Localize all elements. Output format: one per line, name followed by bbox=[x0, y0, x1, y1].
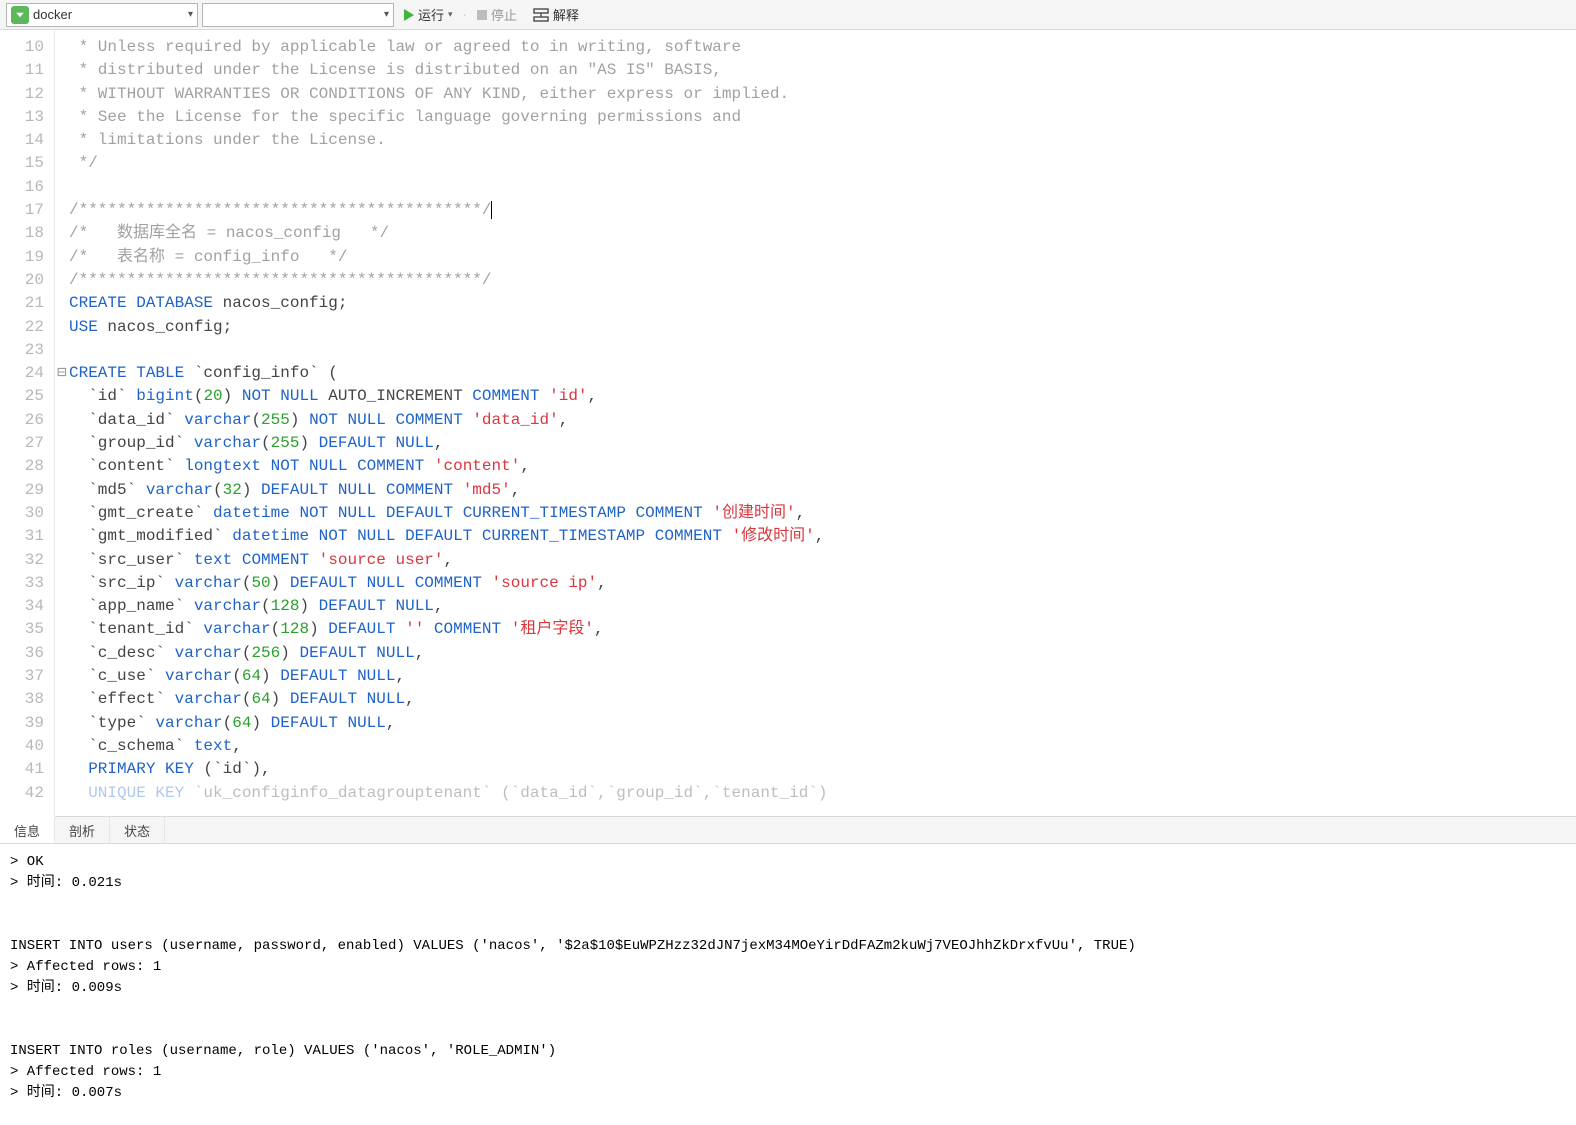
chevron-down-icon: ▾ bbox=[448, 9, 453, 20]
output-panel[interactable]: > OK > 时间: 0.021s INSERT INTO users (use… bbox=[0, 844, 1576, 1125]
stop-icon bbox=[477, 10, 487, 20]
run-button[interactable]: 运行 ▾ bbox=[398, 3, 459, 27]
chevron-down-icon: ▾ bbox=[188, 9, 193, 20]
connection-dropdown-value: docker bbox=[33, 7, 72, 22]
fold-column: ⊟ bbox=[55, 30, 69, 816]
target-dropdown[interactable]: ▾ bbox=[202, 3, 394, 27]
chevron-down-icon: ▾ bbox=[384, 9, 389, 20]
code-area[interactable]: * Unless required by applicable law or a… bbox=[69, 30, 1576, 816]
run-label: 运行 bbox=[418, 5, 444, 24]
explain-label: 解释 bbox=[553, 5, 579, 24]
explain-button[interactable]: 解释 bbox=[527, 3, 585, 27]
output-tab-info[interactable]: 信息 bbox=[0, 816, 55, 843]
stop-button[interactable]: 停止 bbox=[471, 3, 523, 27]
toolbar: docker ▾ ▾ 运行 ▾ · 停止 解释 bbox=[0, 0, 1576, 30]
output-tabs: 信息剖析状态 bbox=[0, 816, 1576, 844]
output-tab-profile[interactable]: 剖析 bbox=[55, 817, 110, 843]
output-tab-status[interactable]: 状态 bbox=[110, 817, 165, 843]
explain-icon bbox=[533, 8, 549, 22]
separator: · bbox=[463, 7, 467, 22]
connection-icon bbox=[11, 6, 29, 24]
stop-label: 停止 bbox=[491, 5, 517, 24]
line-number-gutter: 1011121314151617181920212223242526272829… bbox=[0, 30, 54, 816]
play-icon bbox=[404, 9, 414, 21]
sql-editor[interactable]: 1011121314151617181920212223242526272829… bbox=[0, 30, 1576, 816]
connection-dropdown[interactable]: docker ▾ bbox=[6, 3, 198, 27]
